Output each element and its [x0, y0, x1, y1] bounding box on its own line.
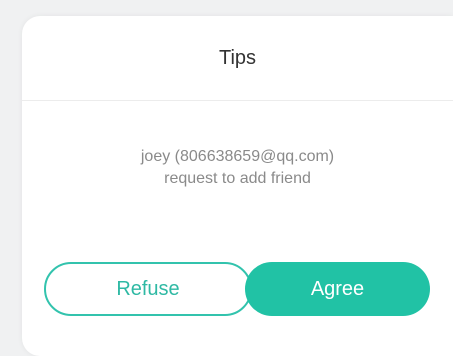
dialog-message: joey (806638659@qq.com) request to add f… [22, 146, 453, 190]
requester-info: joey (806638659@qq.com) [140, 148, 335, 165]
agree-button[interactable]: Agree [245, 262, 430, 316]
agree-button-label: Agree [310, 277, 365, 300]
refuse-button[interactable]: Refuse [44, 262, 252, 316]
dialog-header: Tips [22, 16, 453, 101]
refuse-button-label: Refuse [116, 277, 180, 300]
dialog-title: Tips [218, 46, 257, 69]
request-description: request to add friend [164, 170, 311, 187]
friend-request-dialog: Tips joey (806638659@qq.com) request to … [22, 16, 453, 356]
